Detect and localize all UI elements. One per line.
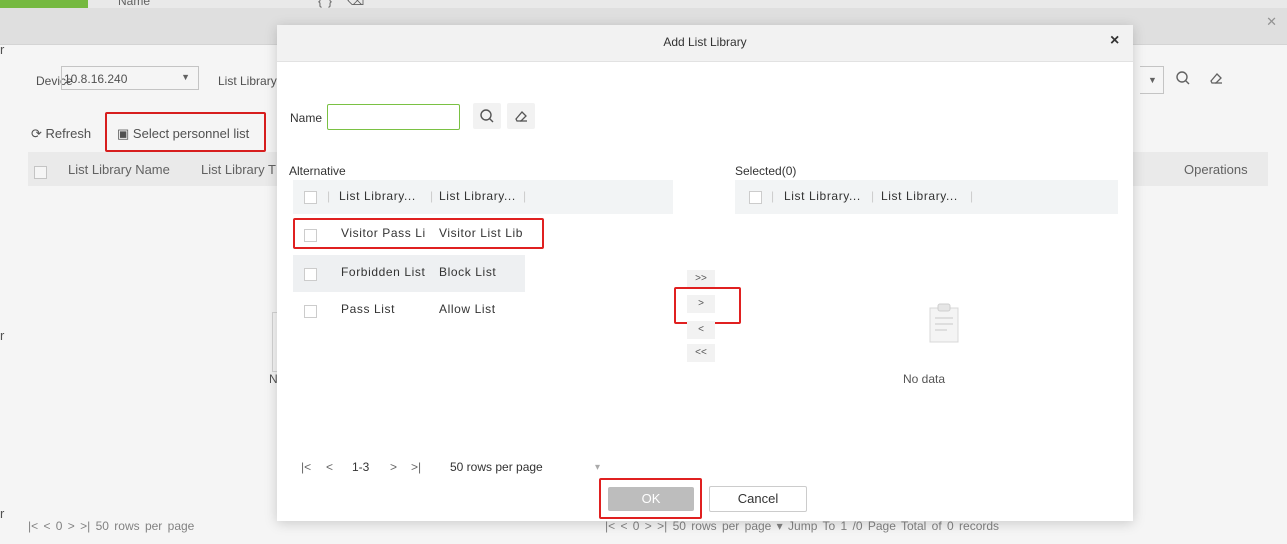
page-range: 1-3 [352, 460, 370, 474]
alternative-label: Alternative [289, 164, 346, 178]
clipboard-icon [929, 303, 959, 343]
search-button[interactable] [473, 103, 501, 129]
rows-per-page-select[interactable]: 50 rows per page [450, 460, 543, 474]
name-label: Name [290, 111, 323, 125]
search-icon [480, 109, 494, 123]
list-item[interactable]: Forbidden List Block List [293, 255, 525, 292]
first-page-button[interactable]: |< [301, 460, 311, 474]
alt-column-type[interactable]: List Library... [439, 189, 516, 203]
sel-column-type[interactable]: List Library... [881, 189, 958, 203]
no-data-text: No data [903, 372, 946, 386]
column-divider: | [430, 189, 434, 203]
column-divider: | [970, 189, 974, 203]
alt-column-name[interactable]: List Library... [339, 189, 416, 203]
list-item[interactable]: Pass List Allow List [293, 295, 543, 325]
close-icon[interactable]: × [1110, 32, 1119, 50]
selected-header: | List Library... | List Library... | [735, 180, 1118, 214]
column-divider: | [523, 189, 527, 203]
highlight-box [674, 287, 741, 324]
row-type: Block List [439, 265, 497, 279]
last-page-button[interactable]: >| [411, 460, 421, 474]
column-divider: | [771, 189, 775, 203]
next-page-button[interactable]: > [390, 460, 397, 474]
selected-label: Selected(0) [735, 164, 797, 178]
clear-button[interactable] [507, 103, 535, 129]
highlight-box [599, 478, 702, 519]
move-all-left-button[interactable]: << [687, 344, 715, 362]
name-search-input[interactable] [327, 104, 460, 130]
row-checkbox[interactable] [304, 305, 317, 318]
alternative-header: | List Library... | List Library... | [293, 180, 673, 214]
highlight-box [293, 218, 544, 249]
move-left-button[interactable]: < [687, 321, 715, 339]
sel-column-name[interactable]: List Library... [784, 189, 861, 203]
row-type: Allow List [439, 302, 496, 316]
add-list-library-dialog: Add List Library × Name Alternative | Li… [277, 25, 1133, 521]
row-name: Pass List [341, 302, 396, 316]
row-name: Forbidden List [341, 265, 426, 279]
dialog-title: Add List Library [663, 35, 747, 49]
row-checkbox[interactable] [304, 268, 317, 281]
eraser-icon [515, 111, 527, 122]
chevron-down-icon[interactable]: ▾ [595, 462, 600, 473]
column-divider: | [327, 189, 331, 203]
cancel-button[interactable]: Cancel [709, 486, 807, 512]
alternative-select-all-checkbox[interactable] [304, 191, 317, 204]
selected-select-all-checkbox[interactable] [749, 191, 762, 204]
prev-page-button[interactable]: < [326, 460, 333, 474]
move-all-right-button[interactable]: >> [687, 270, 715, 288]
column-divider: | [871, 189, 875, 203]
